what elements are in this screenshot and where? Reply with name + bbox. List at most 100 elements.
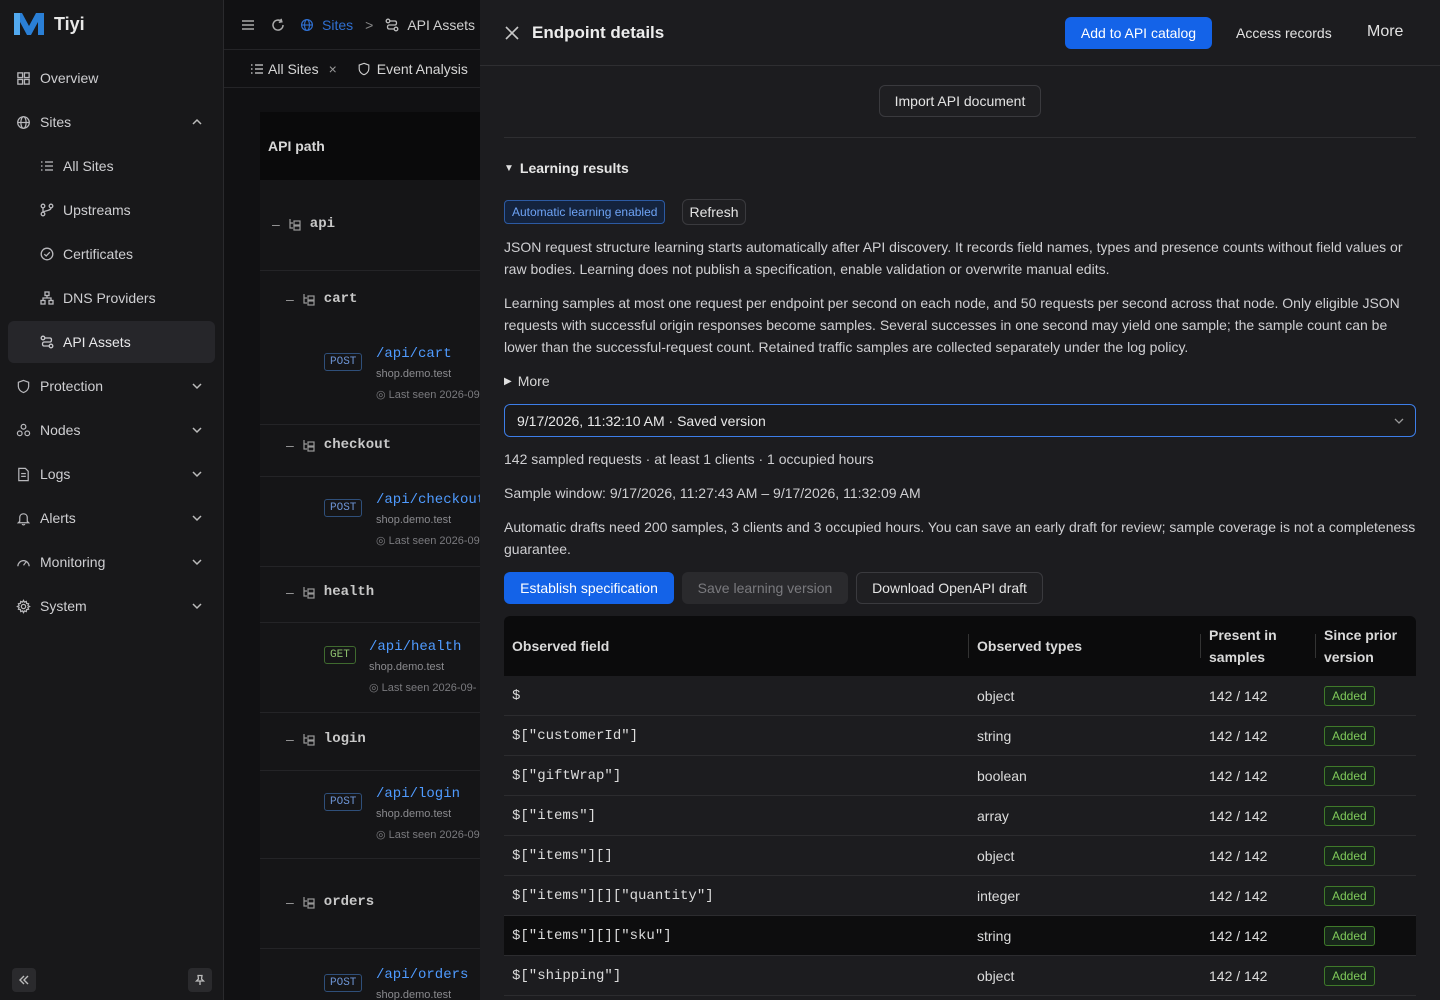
endpoint-path[interactable]: /api/checkout [376, 492, 480, 508]
field-path: $ [512, 688, 521, 704]
field-type: boolean [977, 768, 1027, 784]
sidebar-item-label: API Assets [63, 334, 131, 350]
sidebar-item-sites[interactable]: Sites [8, 102, 215, 142]
sidebar-item-system[interactable]: System [8, 586, 215, 626]
tab-event-analysis[interactable]: Event Analysis [377, 61, 468, 77]
sidebar-item-logs[interactable]: Logs [8, 454, 215, 494]
add-to-api-catalog-button[interactable]: Add to API catalog [1065, 17, 1212, 49]
chevron-up-icon [192, 118, 202, 125]
api-icon [385, 18, 399, 31]
sidebar-item-nodes[interactable]: Nodes [8, 410, 215, 450]
tree-node-orders[interactable]: – orders [286, 894, 374, 910]
field-path: $["giftWrap"] [512, 768, 622, 784]
network-icon [40, 291, 54, 305]
breadcrumb-sites[interactable]: Sites [322, 17, 353, 33]
table-row[interactable]: $ object 142 / 142 Added [504, 676, 1416, 716]
tree-node-label: cart [323, 291, 358, 307]
endpoint-path[interactable]: /api/health [369, 639, 461, 655]
field-presence: 142 / 142 [1209, 968, 1268, 984]
bell-icon [16, 512, 31, 525]
app-logo[interactable]: Tiyi [12, 10, 85, 38]
table-row[interactable]: $["customerId"] string 142 / 142 Added [504, 716, 1416, 756]
sidebar-item-label: Monitoring [40, 554, 106, 570]
collapse-toggle[interactable]: – [286, 437, 294, 453]
endpoint-path[interactable]: /api/orders [376, 967, 468, 983]
save-learning-version-button[interactable]: Save learning version [682, 572, 848, 604]
triangle-down-icon: ▼ [504, 162, 514, 174]
shield-icon [17, 379, 30, 393]
sidebar-item-label: System [40, 598, 87, 614]
tab-close-icon[interactable]: × [329, 61, 337, 77]
import-api-document-button[interactable]: Import API document [879, 85, 1041, 117]
collapse-toggle[interactable]: – [286, 291, 294, 307]
establish-specification-button[interactable]: Establish specification [504, 572, 674, 604]
close-icon[interactable] [504, 25, 520, 41]
tree-node-health[interactable]: – health [286, 584, 374, 600]
collapse-toggle[interactable]: – [286, 731, 294, 747]
sidebar-item-all-sites[interactable]: All Sites [8, 146, 215, 186]
tree-node-login[interactable]: – login [286, 731, 366, 747]
sample-window: Sample window: 9/17/2026, 11:27:43 AM – … [504, 485, 921, 501]
sidebar-item-label: Sites [40, 114, 72, 130]
pin-sidebar-button[interactable] [188, 968, 212, 992]
refresh-button[interactable]: Refresh [682, 199, 746, 225]
access-records-button[interactable]: Access records [1236, 25, 1332, 41]
sidebar-item-monitoring[interactable]: Monitoring [8, 542, 215, 582]
globe-icon [301, 18, 313, 31]
change-status: Added [1324, 836, 1375, 876]
sidebar-item-protection[interactable]: Protection [8, 366, 215, 406]
table-row[interactable]: $["shipping"] object 142 / 142 Added [504, 956, 1416, 996]
tree-node-api[interactable]: – api [272, 216, 335, 232]
sidebar-item-label: Protection [40, 378, 104, 394]
status-badge: Added [1324, 926, 1375, 946]
field-presence: 142 / 142 [1209, 728, 1268, 744]
endpoint-last-seen: ◎ Last seen 2026-09 [376, 389, 480, 401]
menu-icon[interactable] [240, 17, 256, 33]
table-row[interactable]: $["items"][]["quantity"] integer 142 / 142… [504, 876, 1416, 916]
refresh-icon[interactable] [270, 17, 286, 33]
tree-node-label: login [323, 731, 366, 747]
status-badge: Added [1324, 846, 1375, 866]
background-content: Sites > API Assets All Sites × Event Ana… [224, 0, 480, 1000]
shield-icon [358, 62, 370, 75]
table-row[interactable]: $["items"][]["sku"] string 142 / 142 Added [504, 916, 1416, 956]
more-details-toggle[interactable]: ▶ More [504, 373, 550, 389]
learning-results-toggle[interactable]: ▼ Learning results [504, 160, 629, 176]
collapse-toggle[interactable]: – [286, 584, 294, 600]
sidebar-item-api-assets[interactable]: API Assets [8, 321, 215, 363]
more-button[interactable]: More [1367, 23, 1403, 41]
gauge-icon [17, 559, 30, 566]
endpoint-host: shop.demo.test [376, 368, 452, 380]
tree-node-cart[interactable]: – cart [286, 291, 357, 307]
sidebar-item-certificates[interactable]: Certificates [8, 234, 215, 274]
sidebar-item-overview[interactable]: Overview [8, 58, 215, 98]
endpoint-path[interactable]: /api/login [376, 786, 460, 802]
sidebar-item-dns-providers[interactable]: DNS Providers [8, 278, 215, 318]
field-presence: 142 / 142 [1209, 688, 1268, 704]
status-badge: Added [1324, 766, 1375, 786]
version-select[interactable]: 9/17/2026, 11:32:10 AM · Saved version [504, 404, 1416, 437]
sidebar-item-label: Certificates [63, 246, 134, 262]
chevron-down-icon [192, 559, 202, 566]
sidebar-item-upstreams[interactable]: Upstreams [8, 190, 215, 230]
endpoint-last-seen: ◎ Last seen 2026-09 [376, 535, 480, 547]
tree-icon [303, 587, 315, 599]
api-tree: API path [260, 112, 480, 1000]
endpoint-path[interactable]: /api/cart [376, 346, 452, 362]
table-row[interactable]: $["items"][] object 142 / 142 Added [504, 836, 1416, 876]
logo-icon [14, 13, 44, 35]
check-circle-icon [40, 247, 54, 261]
table-row[interactable]: $["giftWrap"] boolean 142 / 142 Added [504, 756, 1416, 796]
download-openapi-draft-button[interactable]: Download OpenAPI draft [856, 572, 1043, 604]
tree-node-checkout[interactable]: – checkout [286, 437, 391, 453]
collapse-sidebar-button[interactable] [12, 968, 36, 992]
column-header-present: Present in samples [1209, 627, 1277, 665]
chevron-down-icon [192, 427, 202, 434]
field-presence: 142 / 142 [1209, 848, 1268, 864]
tree-icon [303, 440, 315, 452]
tab-all-sites[interactable]: All Sites [268, 61, 319, 77]
table-row[interactable]: $["items"] array 142 / 142 Added [504, 796, 1416, 836]
collapse-toggle[interactable]: – [286, 894, 294, 910]
sidebar-item-alerts[interactable]: Alerts [8, 498, 215, 538]
collapse-toggle[interactable]: – [272, 216, 280, 232]
